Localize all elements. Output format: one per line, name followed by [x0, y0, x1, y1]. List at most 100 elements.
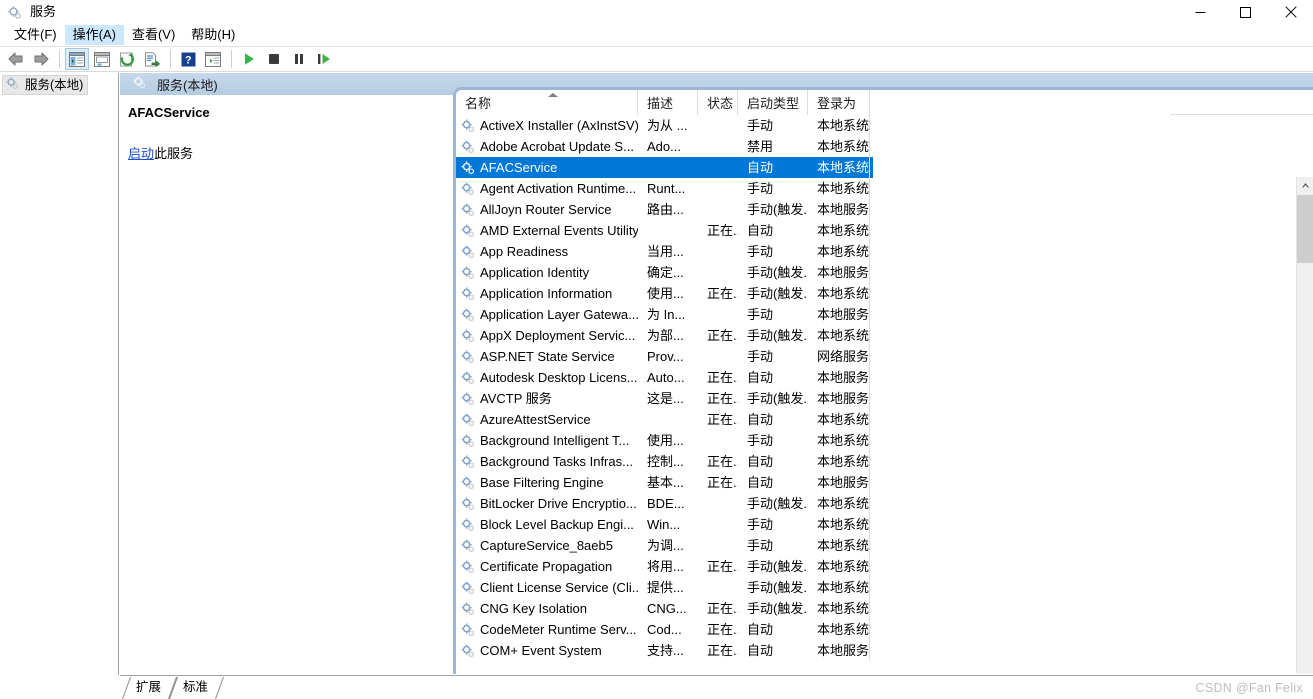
- column-header-filler: [870, 90, 1170, 115]
- cell-service-name: Certificate Propagation: [456, 556, 638, 577]
- service-name-text: BitLocker Drive Encryptio...: [480, 496, 637, 511]
- table-row[interactable]: BitLocker Drive Encryptio... BDE... 手动(触发.…: [456, 493, 1313, 514]
- service-name-text: Application Layer Gatewa...: [480, 307, 638, 322]
- column-header-logon-as[interactable]: 登录为: [808, 90, 870, 115]
- table-row[interactable]: AzureAttestService 正在... 自动 本地系统: [456, 409, 1313, 430]
- cell-description: Runt...: [647, 181, 686, 196]
- table-row[interactable]: App Readiness 当用... 手动 本地系统: [456, 241, 1313, 262]
- column-header-name[interactable]: 名称: [456, 90, 638, 115]
- column-header-description[interactable]: 描述: [638, 90, 698, 115]
- cell-service-name: Client License Service (Cli...: [456, 577, 638, 598]
- tree-item-services-local[interactable]: 服务(本地): [2, 75, 89, 95]
- table-row[interactable]: Application Layer Gatewa... 为 In... 手动 本地服务: [456, 304, 1313, 325]
- minimize-button[interactable]: [1178, 0, 1223, 24]
- table-row[interactable]: Application Information 使用... 正在... 手动(触发..…: [456, 283, 1313, 304]
- cell-service-name: Application Information: [456, 283, 638, 304]
- show-action-pane-icon[interactable]: [201, 48, 225, 70]
- cell-service-name: Application Identity: [456, 262, 638, 283]
- tab-standard[interactable]: 标准: [173, 677, 220, 697]
- table-row[interactable]: ActiveX Installer (AxInstSV) 为从 ... 手动 本地系统: [456, 115, 1313, 136]
- menu-action[interactable]: 操作(A): [64, 25, 124, 45]
- table-row[interactable]: Certificate Propagation 将用... 正在... 手动(触发..…: [456, 556, 1313, 577]
- table-row[interactable]: Block Level Backup Engi... Win... 手动 本地系统: [456, 514, 1313, 535]
- table-row[interactable]: CNG Key Isolation CNG... 正在... 手动(触发...本地系统: [456, 598, 1313, 619]
- table-row[interactable]: Adobe Acrobat Update S... Ado... 禁用 本地系统: [456, 136, 1313, 157]
- list-rows: ActiveX Installer (AxInstSV) 为从 ... 手动 本地系统…: [456, 115, 1313, 661]
- cell-status: 正在...: [707, 328, 738, 343]
- table-row[interactable]: Client License Service (Cli... 提供... 手动(触发…: [456, 577, 1313, 598]
- cell-description: BDE...: [647, 496, 685, 511]
- cell-service-name: CNG Key Isolation: [456, 598, 638, 619]
- menu-help[interactable]: 帮助(H): [183, 25, 243, 45]
- service-gear-icon: [460, 265, 476, 281]
- table-row[interactable]: Application Identity 确定... 手动(触发... 本地服务: [456, 262, 1313, 283]
- vertical-scrollbar[interactable]: [1296, 177, 1313, 675]
- service-name-text: Agent Activation Runtime...: [480, 181, 637, 196]
- export-list-icon[interactable]: [140, 48, 164, 70]
- properties-icon[interactable]: [90, 48, 114, 70]
- cell-service-name: ActiveX Installer (AxInstSV): [456, 115, 638, 136]
- table-row[interactable]: CaptureService_8aeb5 为调... 手动 本地系统: [456, 535, 1313, 556]
- restart-service-icon[interactable]: [312, 48, 336, 70]
- window-title: 服务: [30, 4, 57, 19]
- scrollbar-thumb[interactable]: [1297, 195, 1313, 263]
- cell-description: Ado...: [647, 139, 681, 154]
- service-name-text: AppX Deployment Servic...: [480, 328, 636, 343]
- service-name-text: Block Level Backup Engi...: [480, 517, 634, 532]
- table-row[interactable]: AVCTP 服务 这是... 正在... 手动(触发...本地服务: [456, 388, 1313, 409]
- show-hide-tree-icon[interactable]: [65, 48, 89, 70]
- table-row[interactable]: AllJoyn Router Service 路由... 手动(触发... 本地服务: [456, 199, 1313, 220]
- pause-service-icon[interactable]: [287, 48, 311, 70]
- cell-description: Prov...: [647, 349, 684, 364]
- cell-logon-as: 本地服务: [808, 388, 870, 409]
- cell-description: 路由...: [647, 202, 684, 217]
- table-row[interactable]: Autodesk Desktop Licens... Auto... 正在... 自动…: [456, 367, 1313, 388]
- stop-service-icon[interactable]: [262, 48, 286, 70]
- menu-view[interactable]: 查看(V): [124, 25, 183, 45]
- cell-description: 当用...: [647, 244, 684, 259]
- table-row[interactable]: Background Intelligent T... 使用... 手动 本地系统: [456, 430, 1313, 451]
- table-row[interactable]: AMD External Events Utility 正在... 自动 本地系统: [456, 220, 1313, 241]
- back-arrow-icon[interactable]: [4, 48, 28, 70]
- column-header-startup-type[interactable]: 启动类型: [738, 90, 808, 115]
- console-tree-pane: 服务(本地): [0, 73, 119, 675]
- cell-service-name: CaptureService_8aeb5: [456, 535, 638, 556]
- table-row[interactable]: Base Filtering Engine 基本... 正在... 自动 本地服务: [456, 472, 1313, 493]
- table-row[interactable]: COM+ Event System 支持... 正在... 自动 本地服务: [456, 640, 1313, 661]
- cell-service-name: Base Filtering Engine: [456, 472, 638, 493]
- service-name-text: ActiveX Installer (AxInstSV): [480, 118, 638, 133]
- cell-description: 基本...: [647, 475, 684, 490]
- refresh-icon[interactable]: [115, 48, 139, 70]
- cell-logon-as: 本地系统: [808, 493, 870, 514]
- cell-service-name: BitLocker Drive Encryptio...: [456, 493, 638, 514]
- start-service-icon[interactable]: [237, 48, 261, 70]
- service-name-text: Certificate Propagation: [480, 559, 613, 574]
- cell-description: 为调...: [647, 538, 684, 553]
- service-gear-icon: [460, 223, 476, 239]
- start-service-link[interactable]: 启动: [128, 146, 154, 161]
- column-header-status[interactable]: 状态: [698, 90, 738, 115]
- maximize-button[interactable]: [1223, 0, 1268, 24]
- close-button[interactable]: [1268, 0, 1313, 24]
- table-row[interactable]: ASP.NET State Service Prov... 手动 网络服务: [456, 346, 1313, 367]
- scroll-up-button[interactable]: [1297, 177, 1313, 194]
- service-gear-icon: [460, 643, 476, 659]
- table-row[interactable]: Background Tasks Infras... 控制... 正在... 自动 本地…: [456, 451, 1313, 472]
- menu-file[interactable]: 文件(F): [6, 25, 65, 45]
- cell-status: 正在...: [707, 454, 738, 469]
- table-row[interactable]: Agent Activation Runtime... Runt... 手动 本地系统: [456, 178, 1313, 199]
- table-row[interactable]: CodeMeter Runtime Serv... Cod... 正在... 自动 本地…: [456, 619, 1313, 640]
- cell-service-name: Adobe Acrobat Update S...: [456, 136, 638, 157]
- cell-status: 正在...: [707, 412, 738, 427]
- cell-logon-as: 本地系统: [808, 241, 870, 262]
- service-name-text: AllJoyn Router Service: [480, 202, 612, 217]
- table-row[interactable]: AppX Deployment Servic... 为部... 正在... 手动(触发…: [456, 325, 1313, 346]
- cell-service-name: AllJoyn Router Service: [456, 199, 638, 220]
- service-name-text: CNG Key Isolation: [480, 601, 587, 616]
- cell-status: [698, 535, 738, 556]
- table-row[interactable]: AFACService 自动 本地系统: [456, 157, 873, 178]
- tab-extended[interactable]: 扩展: [126, 677, 173, 697]
- bottom-tab-bar: 扩展 标准: [120, 675, 1313, 698]
- forward-arrow-icon[interactable]: [29, 48, 53, 70]
- help-icon[interactable]: ?: [176, 48, 200, 70]
